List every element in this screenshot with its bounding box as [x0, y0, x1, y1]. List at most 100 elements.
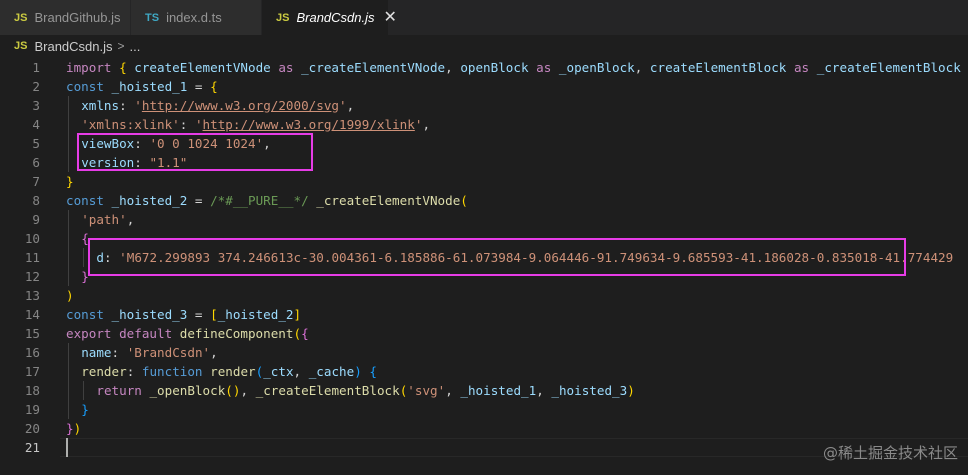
code-token: [ — [210, 306, 218, 322]
indent-guide — [68, 95, 69, 115]
code-token: _ctx — [263, 363, 294, 379]
code-line[interactable]: 4 'xmlns:xlink': 'http://www.w3.org/1999/… — [0, 114, 968, 134]
code-token: createElementVNode — [134, 59, 271, 75]
line-number: 19 — [24, 401, 40, 417]
code-line[interactable]: 2 const _hoisted_1 = { — [0, 77, 968, 96]
tab-brandgithub[interactable]: JS BrandGithub.js — [0, 0, 131, 35]
code-token: ) — [354, 363, 362, 379]
editor-tab-bar: JS BrandGithub.js TS index.d.ts JS Brand… — [0, 0, 968, 35]
line-number: 13 — [24, 287, 40, 303]
code-token: _hoisted_3 — [111, 306, 188, 322]
code-line[interactable]: 14 const _hoisted_3 = [_hoisted_2] — [0, 305, 968, 324]
code-line[interactable]: 19} — [0, 399, 968, 419]
code-token: const — [66, 78, 112, 94]
code-token: createElementBlock — [649, 59, 787, 75]
code-text: } — [81, 400, 89, 419]
code-text: xmlns: 'http://www.w3.org/2000/svg', — [81, 96, 354, 115]
code-token: 'xmlns:xlink' — [81, 116, 180, 132]
code-text: name: 'BrandCsdn', — [81, 343, 218, 362]
line-number: 6 — [32, 154, 40, 170]
code-token: { — [210, 78, 218, 94]
code-line[interactable]: 7} — [0, 172, 968, 191]
code-token: } — [81, 401, 89, 417]
code-token: ) — [627, 382, 635, 398]
code-text: const _hoisted_1 = { — [66, 77, 218, 96]
indent-guide — [68, 247, 69, 267]
code-token: ' — [194, 116, 203, 132]
code-line[interactable]: 20}) — [0, 419, 968, 438]
code-token: defineComponent — [179, 325, 294, 341]
tab-brandcsdn[interactable]: JS BrandCsdn.js ✕ — [262, 0, 397, 35]
code-line[interactable]: 3 xmlns: 'http://www.w3.org/2000/svg', — [0, 95, 968, 115]
code-text: export default defineComponent({ — [66, 324, 309, 343]
indent-guide — [68, 152, 69, 172]
code-text: const _hoisted_3 = [_hoisted_2] — [66, 305, 301, 324]
code-line[interactable]: 15 export default defineComponent({ — [0, 324, 968, 343]
code-token: _cache — [308, 363, 355, 379]
code-token: const — [66, 192, 112, 208]
code-token: = — [187, 78, 211, 94]
code-token: 'svg' — [407, 382, 446, 398]
code-text: 'path', — [81, 210, 134, 229]
code-line[interactable]: 18 return _openBlock(), _createElementBlo… — [0, 380, 968, 400]
code-text: const _hoisted_2 = /*#__PURE__*/ _create… — [66, 191, 468, 210]
code-token: render — [81, 363, 127, 379]
code-token: : — [179, 116, 195, 132]
line-number: 2 — [32, 78, 40, 94]
code-token: name — [81, 344, 112, 360]
code-line[interactable]: 9 'path', — [0, 209, 968, 229]
code-token: , — [422, 116, 431, 132]
code-token: } — [66, 173, 74, 189]
code-token: _createElementVNode — [316, 192, 461, 208]
line-number: 11 — [24, 249, 40, 265]
code-token: as — [528, 59, 559, 75]
code-token: render — [210, 363, 256, 379]
code-token: _hoisted_1 — [460, 382, 537, 398]
line-number: 8 — [32, 192, 40, 208]
code-line[interactable]: 16 name: 'BrandCsdn', — [0, 342, 968, 362]
indent-guide — [68, 228, 69, 248]
code-line[interactable]: 1 import { createElementVNode as _createE… — [0, 58, 968, 77]
indent-guide — [83, 380, 85, 400]
code-token: http://www.w3.org/1999/xlink — [202, 116, 415, 132]
code-token: ( — [293, 325, 302, 341]
code-token: { — [119, 59, 135, 75]
code-text: import { createElementVNode as _createEl… — [66, 58, 961, 77]
line-number: 7 — [32, 173, 40, 189]
code-text: ) — [66, 286, 74, 305]
breadcrumb: JS BrandCsdn.js > ... — [0, 35, 968, 57]
code-token: /*#__PURE__*/ — [210, 192, 317, 208]
tab-index-d-ts[interactable]: TS index.d.ts — [131, 0, 262, 35]
code-token: const — [66, 306, 112, 322]
js-file-icon: JS — [276, 11, 290, 24]
breadcrumb-symbols[interactable]: ... — [130, 39, 141, 54]
tab-label: index.d.ts — [166, 10, 222, 25]
code-token: 'path' — [81, 211, 127, 227]
code-line[interactable]: 8 const _hoisted_2 = /*#__PURE__*/ _creat… — [0, 191, 968, 210]
code-text: }) — [66, 419, 81, 438]
code-token: : — [119, 97, 135, 113]
code-token: function — [141, 363, 211, 379]
indent-guide — [68, 133, 69, 153]
code-token: _createElementBlock — [816, 59, 961, 75]
code-token: , — [126, 211, 135, 227]
breadcrumb-file[interactable]: BrandCsdn.js — [34, 39, 112, 54]
code-token: 'BrandCsdn' — [126, 344, 211, 360]
line-number: 5 — [32, 135, 40, 151]
code-token: export default — [66, 325, 180, 341]
line-number: 21 — [24, 439, 40, 455]
code-token: : — [126, 363, 142, 379]
line-number: 15 — [24, 325, 40, 341]
code-token: , — [445, 382, 461, 398]
code-token: return — [96, 382, 150, 398]
code-token: xmlns — [81, 97, 120, 113]
code-line[interactable]: 17 render: function render(_ctx, _cache) … — [0, 361, 968, 381]
indent-guide — [68, 266, 69, 286]
code-line[interactable]: 13) — [0, 286, 968, 305]
code-token: _hoisted_2 — [111, 192, 188, 208]
watermark: @稀土掘金技术社区 — [822, 444, 958, 462]
line-number: 9 — [32, 211, 40, 227]
indent-guide — [68, 399, 69, 419]
code-text: 'xmlns:xlink': 'http://www.w3.org/1999/x… — [81, 115, 430, 134]
close-icon[interactable]: ✕ — [384, 9, 397, 26]
